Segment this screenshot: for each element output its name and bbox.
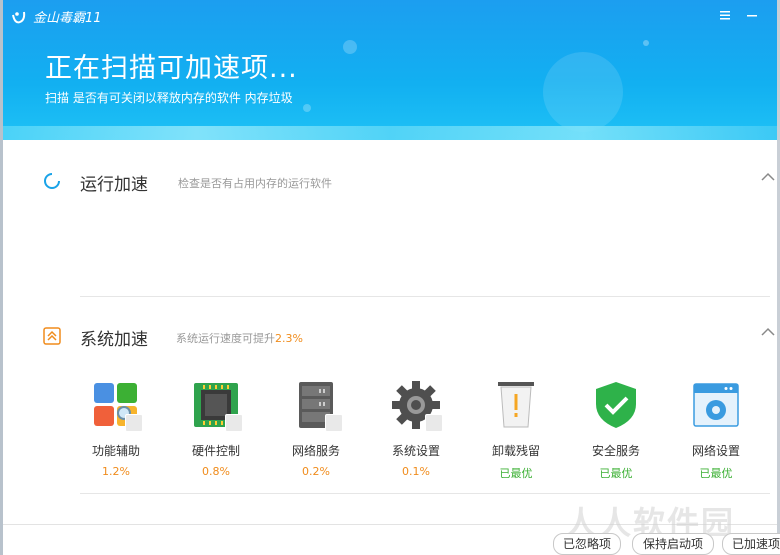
scan-title: 正在扫描可加速项... (45, 53, 298, 84)
item-hardware-control[interactable]: 硬件控制 0.8% (181, 380, 251, 478)
item-value: 已最优 (499, 467, 533, 480)
item-system-settings[interactable]: 系统设置 0.1% (381, 380, 451, 478)
section-run-accel: 运行加速 检查是否有占用内存的运行软件 (0, 168, 780, 198)
chevron-up-icon[interactable] (760, 172, 776, 182)
item-security-service[interactable]: 安全服务 已最优 (581, 380, 651, 481)
section-system-accel: 系统加速 系统运行速度可提升2.3% (0, 323, 780, 353)
item-label: 网络服务 (291, 444, 340, 458)
chip-icon (191, 380, 243, 432)
main-window: 金山毒霸11 正在扫描可加速项... 扫描 是否有可关闭以释放内存的软件 内存垃… (0, 0, 780, 555)
minimize-icon[interactable] (745, 8, 759, 22)
decor-bubble (643, 40, 649, 46)
chevron-up-icon[interactable] (760, 327, 776, 337)
header-wave (3, 126, 777, 140)
ignored-items-button[interactable]: 已忽略项 (553, 533, 621, 555)
kingsoft-logo-icon (12, 11, 26, 23)
section-desc: 系统运行速度可提升2.3% (176, 332, 303, 345)
item-label: 功能辅助 (91, 444, 140, 458)
loading-spinner-icon (44, 173, 60, 189)
item-uninstall-residue[interactable]: 卸载残留 已最优 (481, 380, 551, 481)
item-label: 网络设置 (691, 444, 740, 458)
item-feature-assist[interactable]: 功能辅助 1.2% (81, 380, 151, 478)
network-settings-icon (691, 380, 741, 430)
decor-bubble (303, 104, 311, 112)
section-divider (80, 493, 770, 494)
item-value: 已最优 (699, 467, 733, 480)
item-label: 系统设置 (391, 444, 440, 458)
header-banner: 金山毒霸11 正在扫描可加速项... 扫描 是否有可关闭以释放内存的软件 内存垃… (3, 0, 777, 140)
section-title: 运行加速 (80, 175, 148, 195)
decor-bubble (543, 52, 623, 132)
item-network-settings[interactable]: 网络设置 已最优 (681, 380, 751, 481)
gear-icon (391, 380, 443, 432)
speedup-arrows-icon (43, 327, 61, 345)
section-title: 系统加速 (80, 330, 148, 350)
item-label: 硬件控制 (191, 444, 240, 458)
section-divider (80, 296, 770, 297)
feature-assist-icon (91, 380, 143, 432)
section-desc: 检查是否有占用内存的运行软件 (178, 177, 332, 190)
item-value: 已最优 (599, 467, 633, 480)
item-value: 0.8% (202, 465, 230, 478)
menu-icon[interactable] (718, 8, 732, 22)
item-value: 0.2% (302, 465, 330, 478)
decor-bubble (343, 40, 357, 54)
item-network-service[interactable]: 网络服务 0.2% (281, 380, 351, 478)
speedup-percent: 2.3% (275, 332, 303, 345)
app-logo: 金山毒霸11 (11, 7, 102, 26)
item-label: 卸载残留 (491, 444, 540, 458)
accelerated-items-button[interactable]: 已加速项 (722, 533, 780, 555)
item-value: 0.1% (402, 465, 430, 478)
item-value: 1.2% (102, 465, 130, 478)
server-icon (291, 380, 343, 432)
keep-startup-button[interactable]: 保持启动项 (632, 533, 714, 555)
trash-warning-icon (491, 380, 541, 430)
item-label: 安全服务 (591, 444, 640, 458)
app-title: 金山毒霸11 (33, 11, 102, 26)
scan-subtitle: 扫描 是否有可关闭以释放内存的软件 内存垃圾 (45, 91, 293, 105)
shield-check-icon (591, 380, 641, 430)
